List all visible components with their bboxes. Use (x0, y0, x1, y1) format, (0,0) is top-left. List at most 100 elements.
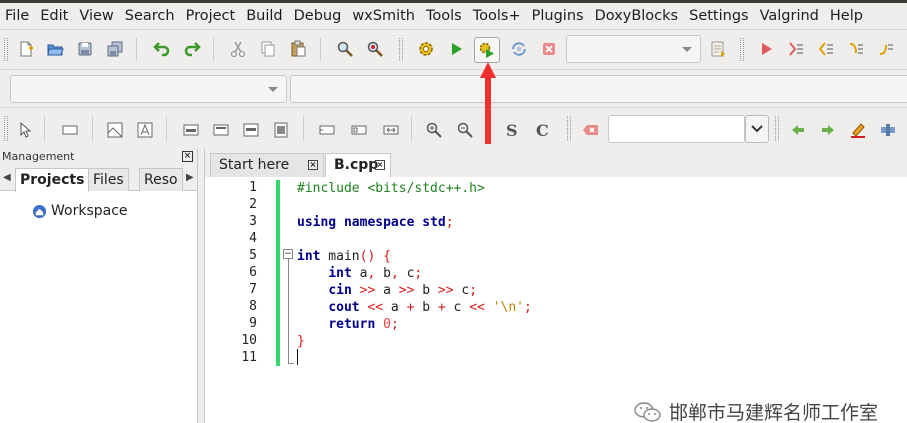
code-token: + (437, 300, 446, 315)
widget-frame-button[interactable] (58, 118, 82, 142)
abort-button[interactable] (537, 37, 561, 61)
widget-bitmap-button[interactable] (133, 118, 157, 142)
zoom-in-button[interactable] (422, 118, 446, 142)
svg-text:C: C (536, 121, 549, 139)
toolbar-separator (411, 116, 412, 141)
menu-plugins[interactable]: Plugins (527, 3, 589, 29)
tab-scroll-right-icon[interactable]: ▶ (186, 172, 194, 183)
menu-project[interactable]: Project (181, 3, 241, 29)
code-editor[interactable]: 1 2 3 4 5 6 7 8 9 10 11 − #include <bits/stdc++.h>… (205, 177, 907, 423)
menu-view[interactable]: View (74, 3, 118, 29)
menu-wxsmith[interactable]: wxSmith (347, 3, 420, 29)
widget-panel-button[interactable] (209, 118, 233, 142)
toolbar-grip[interactable] (4, 116, 8, 141)
clear-search-button[interactable] (579, 118, 603, 142)
quick-search-dropdown[interactable] (745, 115, 769, 143)
cut-button[interactable] (226, 37, 250, 61)
menu-edit[interactable]: Edit (35, 3, 73, 29)
close-icon[interactable]: × (375, 160, 385, 170)
toolbar-grip[interactable] (4, 38, 8, 61)
debug-continue-button[interactable] (754, 37, 778, 61)
menu-tools-plus[interactable]: Tools+ (468, 3, 526, 29)
redo-button[interactable] (180, 37, 204, 61)
toolbar-grip[interactable] (567, 116, 571, 141)
tab-files[interactable]: Files (88, 168, 129, 191)
new-file-button[interactable] (14, 37, 38, 61)
close-icon[interactable]: × (308, 160, 318, 170)
next-line-button[interactable] (814, 37, 838, 61)
code-line: int a, b, c; (297, 265, 422, 282)
class-button[interactable]: C (530, 118, 554, 142)
open-file-button[interactable] (43, 37, 67, 61)
tab-projects[interactable]: Projects (15, 168, 90, 192)
quick-search-input[interactable] (608, 115, 745, 143)
find-button[interactable] (333, 37, 357, 61)
step-out-button[interactable] (874, 37, 898, 61)
menu-tools[interactable]: Tools (421, 3, 467, 29)
code-token: b (375, 266, 391, 281)
toolbar-grip[interactable] (775, 116, 779, 141)
tab-b-cpp[interactable]: B.cpp × (325, 153, 391, 178)
code-line: cin >> a >> b >> c; (297, 282, 477, 299)
widget-image-button[interactable] (103, 118, 127, 142)
widget-toggle-button[interactable] (347, 118, 371, 142)
build-button[interactable] (414, 37, 438, 61)
code-token: << (367, 300, 384, 315)
toolbar-grip[interactable] (740, 38, 744, 61)
code-token: 0 (383, 317, 391, 332)
widget-scrolled-button[interactable] (269, 118, 293, 142)
selected-text-button[interactable] (876, 118, 900, 142)
highlight-button[interactable] (846, 118, 870, 142)
close-icon[interactable]: × (182, 151, 193, 162)
search-next-button[interactable] (816, 118, 840, 142)
undo-button[interactable] (150, 37, 174, 61)
tree-item-workspace[interactable]: Workspace (32, 203, 128, 219)
tab-scroll-left-icon[interactable]: ◀ (3, 172, 11, 183)
paste-button[interactable] (286, 37, 310, 61)
build-and-run-button[interactable] (474, 37, 500, 63)
widget-listbox-button[interactable] (239, 118, 263, 142)
search-icon (337, 41, 353, 57)
widget-spacer-button[interactable] (379, 118, 403, 142)
tab-resources[interactable]: Reso (139, 168, 183, 191)
menu-settings[interactable]: Settings (684, 3, 753, 29)
replace-button[interactable] (363, 37, 387, 61)
build-target-combo[interactable] (566, 35, 701, 63)
save-all-button[interactable] (103, 37, 127, 61)
rebuild-button[interactable] (507, 37, 531, 61)
fold-toggle-icon[interactable]: − (283, 249, 293, 259)
menu-build[interactable]: Build (241, 3, 287, 29)
tab-start-here[interactable]: Start here × (210, 153, 324, 177)
zoom-out-button[interactable] (453, 118, 477, 142)
management-title: Management (2, 150, 75, 163)
save-all-icon (107, 41, 123, 57)
function-combo[interactable] (290, 75, 907, 103)
run-to-cursor-button[interactable] (784, 37, 808, 61)
menu-search[interactable]: Search (120, 3, 180, 29)
pointer-button[interactable] (12, 118, 36, 142)
code-token: a (375, 283, 399, 298)
source-button[interactable]: S (499, 118, 523, 142)
code-completion-toolbar (0, 69, 907, 107)
widget-textctrl-button[interactable] (179, 118, 203, 142)
step-into-button[interactable] (844, 37, 868, 61)
toggle-widget-icon (351, 125, 367, 135)
toolbar-grip[interactable] (399, 38, 403, 61)
code-token: ; (524, 300, 532, 315)
menu-doxyblocks[interactable]: DoxyBlocks (590, 3, 684, 29)
code-token: ; (469, 283, 478, 298)
menu-file[interactable]: File (0, 3, 34, 29)
widget-button-button[interactable] (315, 118, 339, 142)
copy-button[interactable] (256, 37, 280, 61)
code-token: ; (390, 317, 399, 332)
run-button[interactable] (444, 37, 468, 61)
menu-valgrind[interactable]: Valgrind (755, 3, 824, 29)
show-select-target-dialog-button[interactable] (706, 37, 730, 61)
menu-debug[interactable]: Debug (289, 3, 347, 29)
code-token: } (297, 334, 305, 349)
menu-help[interactable]: Help (825, 3, 868, 29)
save-button[interactable] (73, 37, 97, 61)
scope-combo[interactable] (10, 75, 287, 103)
search-previous-button[interactable] (786, 118, 810, 142)
